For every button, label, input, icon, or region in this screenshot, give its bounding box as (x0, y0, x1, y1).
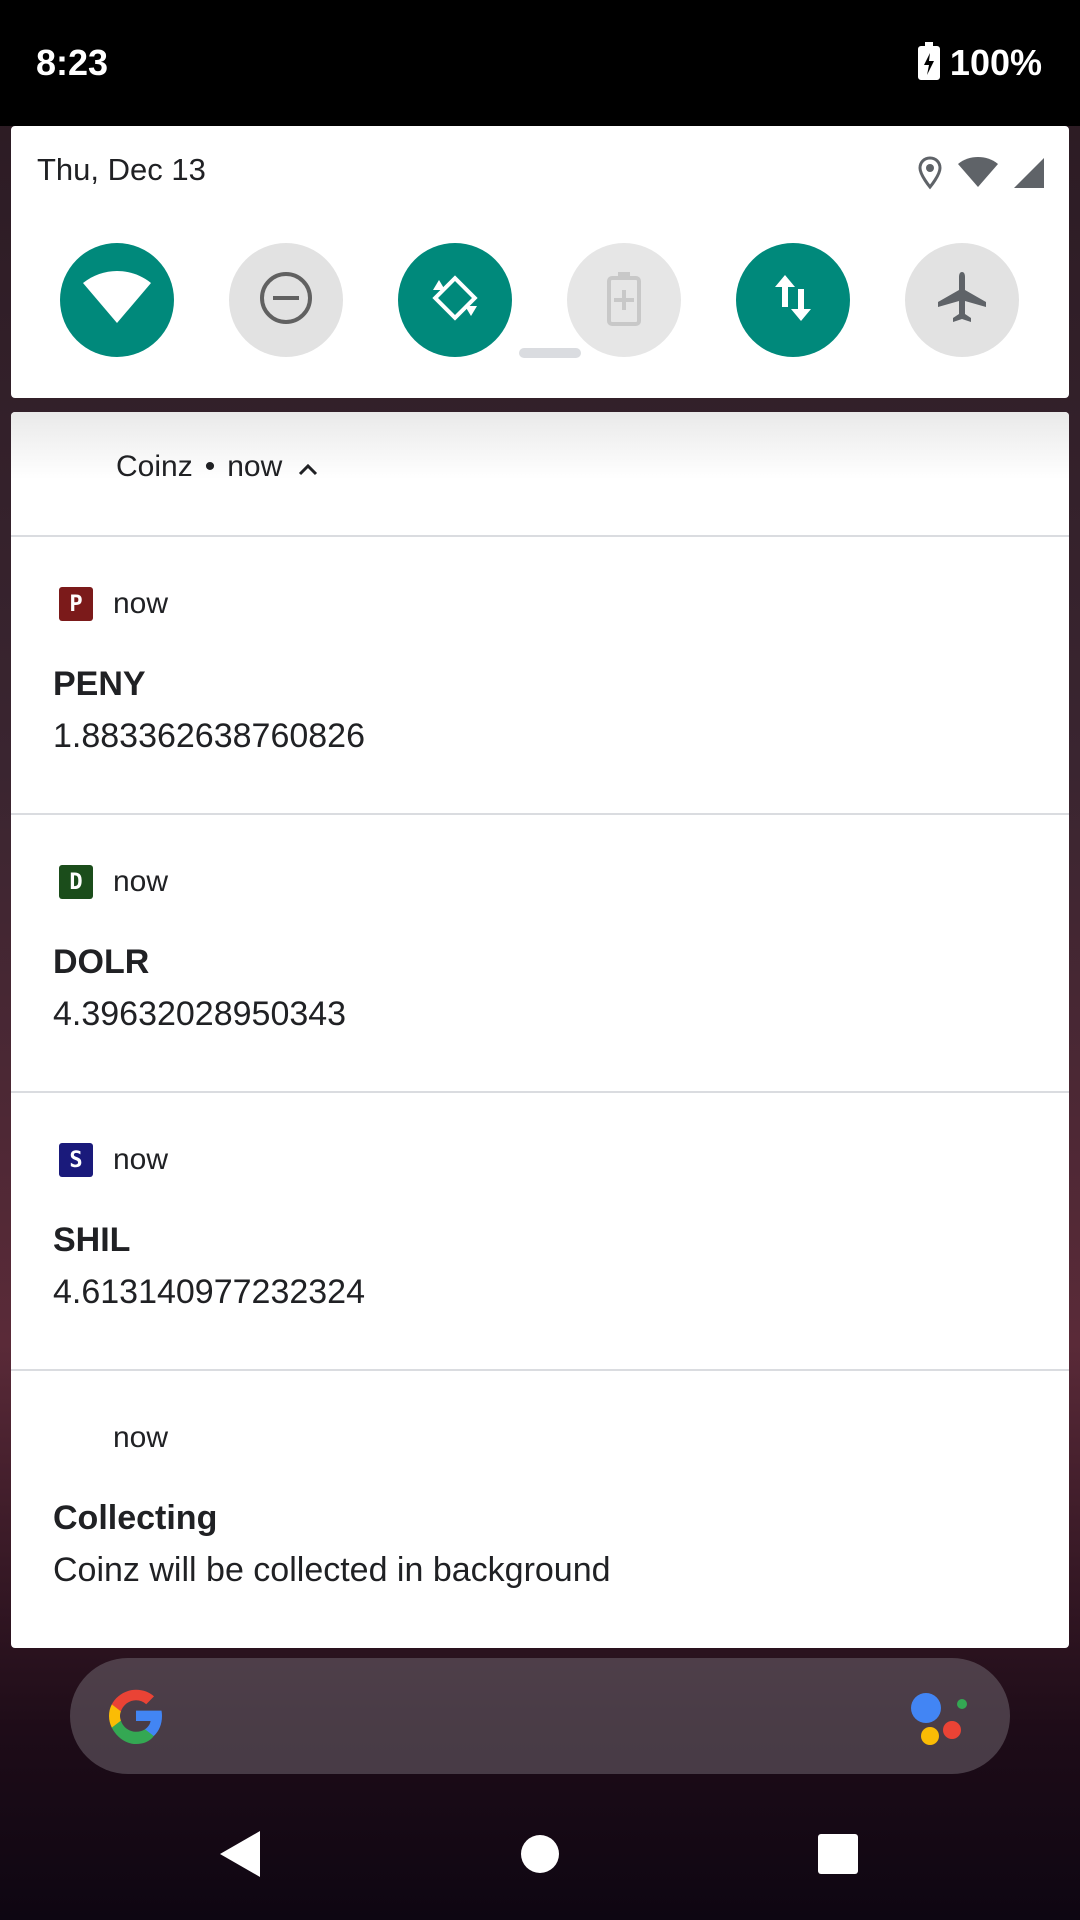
notification-body: 4.613140977232324 (53, 1273, 365, 1311)
battery-percent: 100% (949, 42, 1042, 83)
location-icon (917, 156, 943, 195)
recents-icon (817, 1833, 859, 1880)
coin-d-icon: D (59, 865, 93, 899)
battery-charging-icon (917, 42, 940, 80)
notification-time: now (113, 865, 169, 898)
qs-system-icons (917, 156, 1045, 195)
notification-title: PENY (53, 665, 146, 703)
airplane-mode-tile[interactable] (905, 243, 1019, 357)
do-not-disturb-icon (258, 270, 314, 331)
wifi-tile[interactable] (60, 243, 174, 357)
status-time: 8:23 (36, 42, 109, 83)
battery-saver-tile[interactable] (567, 243, 681, 357)
qs-tiles (60, 243, 1030, 361)
group-time: now (227, 450, 283, 483)
qs-drag-handle[interactable] (519, 348, 581, 358)
dnd-tile[interactable] (229, 243, 343, 357)
group-app-name: Coinz (116, 450, 193, 483)
coin-s-icon: S (59, 1143, 93, 1177)
status-bar: 8:23 100% (0, 0, 1080, 126)
chevron-up-icon[interactable] (298, 450, 318, 484)
notification-body: 1.883362638760826 (53, 717, 365, 755)
notification-group-header[interactable]: Coinz • now (11, 412, 1069, 537)
notification-time: now (113, 1421, 169, 1454)
coin-p-icon: P (59, 587, 93, 621)
wifi-icon (82, 270, 152, 330)
group-header-text: Coinz • now (116, 450, 318, 484)
battery-saver-icon (606, 270, 642, 331)
back-icon (218, 1829, 262, 1884)
wifi-signal-icon (957, 157, 999, 194)
home-button[interactable] (500, 1816, 580, 1896)
home-icon (520, 1834, 560, 1879)
battery-indicator: 100% (917, 42, 1042, 84)
google-search-bar[interactable] (70, 1658, 1010, 1774)
auto-rotate-tile[interactable] (398, 243, 512, 357)
notification-time: now (113, 1143, 169, 1176)
auto-rotate-icon (427, 270, 483, 331)
group-separator: • (204, 450, 216, 483)
qs-date[interactable]: Thu, Dec 13 (37, 152, 206, 188)
google-assistant-icon[interactable] (908, 1690, 968, 1746)
notification-item[interactable]: P now PENY 1.883362638760826 (11, 537, 1069, 815)
notification-title: DOLR (53, 943, 150, 981)
airplane-icon (934, 270, 990, 331)
notification-time: now (113, 587, 169, 620)
mobile-data-tile[interactable] (736, 243, 850, 357)
notification-item[interactable]: D now DOLR 4.39632028950343 (11, 815, 1069, 1093)
mobile-data-icon (771, 271, 815, 330)
notification-item[interactable]: now Collecting Coinz will be collected i… (11, 1371, 1069, 1648)
back-button[interactable] (200, 1816, 280, 1896)
navigation-bar (0, 1786, 1080, 1920)
google-g-icon[interactable] (104, 1684, 168, 1753)
notification-item[interactable]: S now SHIL 4.613140977232324 (11, 1093, 1069, 1371)
recents-button[interactable] (798, 1816, 878, 1896)
cell-signal-icon (1013, 157, 1045, 194)
notification-shade: Coinz • now P now PENY 1.883362638760826… (11, 412, 1069, 1648)
notification-body: 4.39632028950343 (53, 995, 347, 1033)
notification-title: SHIL (53, 1221, 131, 1259)
notification-title: Collecting (53, 1499, 218, 1537)
notification-body: Coinz will be collected in background (53, 1551, 611, 1589)
quick-settings-panel: Thu, Dec 13 (11, 126, 1069, 398)
